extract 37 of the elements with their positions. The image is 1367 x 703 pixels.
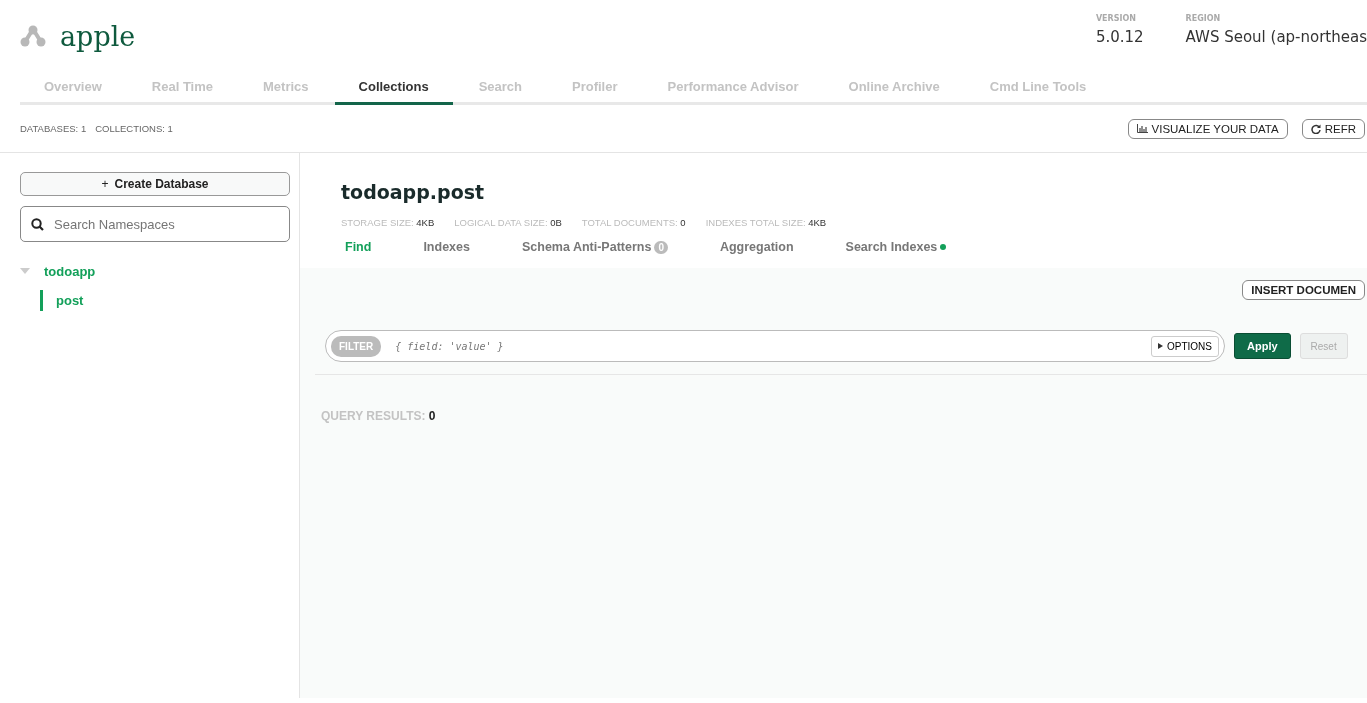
collection-item[interactable]: post: [40, 290, 289, 311]
apply-button[interactable]: Apply: [1234, 333, 1291, 359]
create-database-button[interactable]: + Create Database: [20, 172, 290, 196]
refresh-button[interactable]: REFR: [1301, 118, 1365, 139]
filter-bar[interactable]: FILTER { field: 'value' } OPTIONS: [325, 330, 1225, 362]
cluster-icon: [20, 25, 46, 47]
filter-tag: FILTER: [331, 335, 382, 357]
collection-tab[interactable]: Find: [345, 240, 372, 254]
region-label: REGION: [1185, 14, 1222, 23]
filter-input[interactable]: { field: 'value' }: [393, 339, 1139, 353]
caret-icon[interactable]: [20, 268, 30, 275]
collection-tab[interactable]: Schema Anti-Patterns 0: [521, 240, 668, 254]
options-button[interactable]: OPTIONS: [1151, 335, 1219, 357]
collection-tab[interactable]: Search Indexes: [845, 240, 947, 254]
version-value: 5.0.12: [1095, 28, 1144, 46]
visualize-button[interactable]: VISUALIZE YOUR DATA: [1127, 118, 1288, 139]
collection-stat: LOGICAL DATA SIZE: 0B: [454, 217, 562, 228]
insert-document-button[interactable]: INSERT DOCUMEN: [1242, 280, 1365, 300]
refresh-icon: [1310, 123, 1321, 134]
bar-chart-icon: [1136, 124, 1148, 133]
database-item[interactable]: todoapp: [44, 264, 96, 279]
collection-tab[interactable]: Indexes: [423, 240, 470, 254]
collection-stat: INDEXES TOTAL SIZE: 4KB: [705, 217, 827, 228]
collection-title: todoapp.post: [341, 181, 486, 203]
caret-icon: [1158, 343, 1163, 349]
collection-stat: STORAGE SIZE: 4KB: [341, 217, 435, 228]
collection-tab[interactable]: Aggregation: [719, 240, 794, 254]
cluster-title: apple: [60, 20, 136, 52]
summary-count: COLLECTIONS: 1: [95, 123, 173, 134]
summary-count: DATABASES: 1: [20, 123, 87, 134]
search-icon: [31, 218, 44, 231]
nav-tab[interactable]: Collections: [334, 70, 453, 105]
search-field[interactable]: Search Namespaces: [20, 206, 290, 242]
collection-stat: TOTAL DOCUMENTS: 0: [581, 217, 686, 228]
region-value: AWS Seoul (ap-northeas: [1185, 28, 1367, 46]
version-label: VERSION: [1095, 14, 1137, 23]
query-results: QUERY RESULTS: 0: [321, 409, 437, 423]
